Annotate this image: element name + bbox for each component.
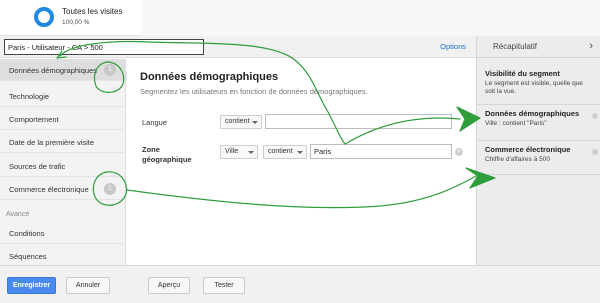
panel-title: Données démographiques (140, 71, 279, 83)
sidebar-item-label: Sources de trafic (9, 162, 66, 171)
save-button[interactable]: Enregistrer (7, 277, 56, 294)
remove-summary-icon[interactable] (592, 149, 598, 155)
chevron-down-icon (297, 151, 303, 154)
sidebar-item-label: Technologie (9, 92, 50, 101)
language-operator-dropdown[interactable]: contient (220, 115, 262, 129)
language-label: Langue (142, 118, 168, 127)
language-value-input[interactable] (265, 114, 452, 129)
summary-block-title: Commerce électronique (485, 145, 571, 154)
chevron-down-icon (252, 121, 258, 124)
sidebar-item-first-visit-date[interactable]: Date de la première visite (0, 131, 126, 153)
summary-block-text: Ville : contient "Paris" (485, 120, 547, 127)
summary-visibility: Visibilité du segment Le segment est vis… (477, 65, 600, 105)
summary-block-title: Données démographiques (485, 109, 580, 118)
sidebar-item-sequences[interactable]: Séquences (0, 245, 126, 267)
segment-percentage: 100,00 % (62, 19, 90, 26)
segment-card-all-visits[interactable]: Toutes les visites 100,00 % (30, 4, 140, 32)
segment-name-input[interactable] (4, 39, 204, 55)
summary-block-text: Le segment est visible, quelle que soit … (485, 80, 583, 95)
segment-bar-empty-area (142, 0, 600, 36)
summary-block-text: Chiffre d'affaires à 500 (485, 156, 550, 163)
segment-category-sidebar: Données démographiques 1 Technologie Com… (0, 59, 126, 267)
sidebar-item-ecommerce[interactable]: Commerce électronique 1 (0, 178, 126, 200)
remove-summary-icon[interactable] (592, 113, 598, 119)
condition-count-badge: 1 (104, 64, 116, 76)
panel-description: Segmentez les utilisateurs en fonction d… (140, 87, 368, 96)
summary-header[interactable]: Récapitulatif › (477, 36, 600, 58)
remove-condition-icon[interactable]: × (455, 148, 463, 156)
sidebar-item-behavior[interactable]: Comportement (0, 108, 126, 130)
footer-bar: Enregistrer Annuler Aperçu Tester (0, 265, 600, 303)
summary-demographics[interactable]: Données démographiques Ville : contient … (477, 105, 600, 141)
geo-value-input[interactable] (310, 144, 452, 159)
geo-operator-dropdown[interactable]: contient (263, 145, 307, 159)
segment-bar: Toutes les visites 100,00 % (0, 0, 600, 36)
preview-button[interactable]: Aperçu (148, 277, 190, 294)
sidebar-item-label: Séquences (9, 252, 47, 261)
demographics-panel: Données démographiques Segmentez les uti… (127, 59, 476, 265)
sidebar-item-label: Données démographiques (9, 66, 97, 75)
test-button[interactable]: Tester (203, 277, 245, 294)
sidebar-item-label: Commerce électronique (9, 185, 89, 194)
sidebar-item-demographics[interactable]: Données démographiques 1 (0, 59, 126, 81)
dropdown-value: contient (268, 148, 293, 155)
sidebar-item-traffic-sources[interactable]: Sources de trafic (0, 155, 126, 177)
condition-count-badge: 1 (104, 183, 116, 195)
segment-title: Toutes les visites (62, 7, 123, 16)
advanced-heading: Avancé (6, 211, 30, 218)
segment-ring-icon (34, 7, 54, 27)
sidebar-item-label: Comportement (9, 115, 59, 124)
geo-label-line1: Zone (142, 145, 160, 154)
summary-ecommerce[interactable]: Commerce électronique Chiffre d'affaires… (477, 141, 600, 175)
cancel-button[interactable]: Annuler (66, 277, 110, 294)
summary-block-title: Visibilité du segment (485, 69, 560, 78)
sidebar-item-technology[interactable]: Technologie (0, 85, 126, 107)
dropdown-value: contient (225, 118, 250, 125)
geo-dimension-dropdown[interactable]: Ville (220, 145, 258, 159)
segment-name-bar: Options (0, 36, 476, 58)
sidebar-item-label: Conditions (9, 229, 45, 238)
summary-panel: Récapitulatif › Visibilité du segment Le… (476, 36, 600, 265)
geo-label-line2: géographique (142, 155, 192, 164)
options-link[interactable]: Options (440, 42, 466, 51)
sidebar-item-conditions[interactable]: Conditions (0, 222, 126, 244)
chevron-right-icon: › (589, 40, 593, 52)
dropdown-value: Ville (225, 148, 239, 155)
summary-title: Récapitulatif (493, 42, 538, 51)
sidebar-item-label: Date de la première visite (9, 138, 95, 147)
chevron-down-icon (248, 151, 254, 154)
